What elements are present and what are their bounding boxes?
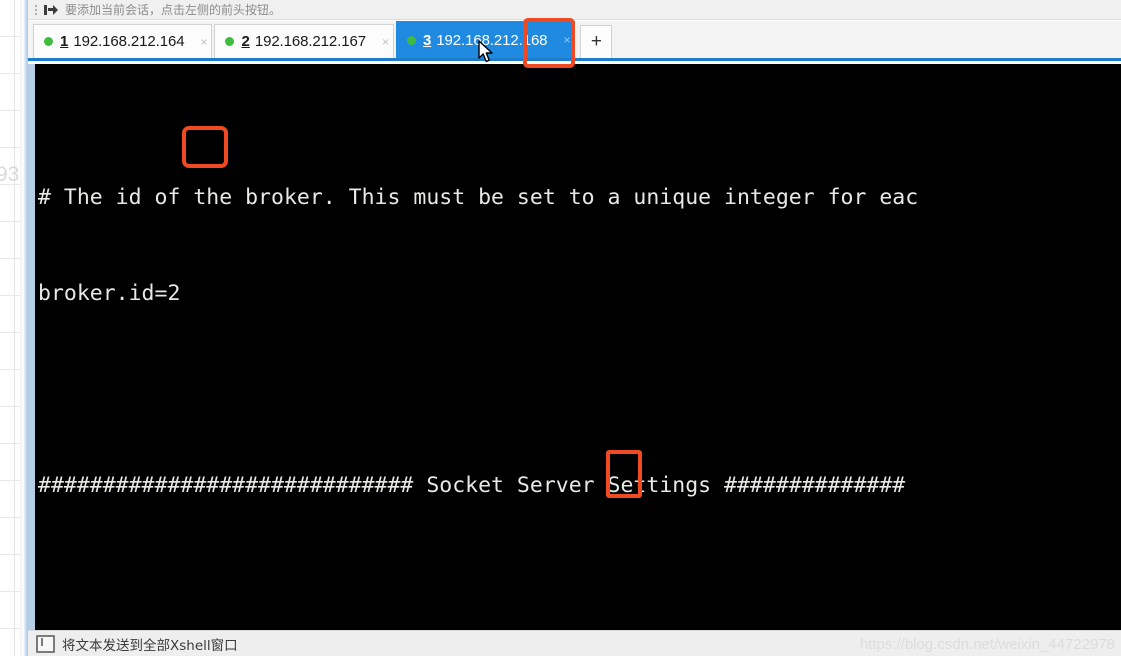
session-tab-1[interactable]: 1 192.168.212.164 × [33, 24, 213, 58]
toolbar-hint-text: 要添加当前会话，点击左侧的前头按钮。 [65, 3, 282, 17]
session-tab-3-title: 192.168.212.168 [436, 31, 548, 49]
session-tab-3-index: 3 [422, 31, 432, 49]
add-tab-button[interactable]: + [580, 25, 613, 58]
close-icon[interactable]: × [547, 33, 570, 47]
session-tab-2-title: 192.168.212.167 [254, 33, 366, 50]
session-toolbar: 要添加当前会话，点击左侧的前头按钮。 [28, 0, 1121, 20]
background-ruled-lines [0, 0, 22, 656]
terminal-text: # The id of the broker. This must be set… [35, 64, 1121, 630]
close-icon[interactable]: × [184, 35, 207, 49]
drag-grip-icon[interactable] [31, 3, 41, 17]
session-tab-3[interactable]: 3 192.168.212.168 × [395, 21, 576, 58]
terminal-view[interactable]: # The id of the broker. This must be set… [28, 64, 1121, 630]
status-bar: 将文本发送到全部Xshell窗口 https://blog.csdn.net/w… [28, 630, 1121, 656]
close-icon[interactable]: × [366, 35, 389, 49]
window-left-edge [20, 0, 28, 656]
connection-status-dot [406, 35, 416, 45]
terminal-line: broker.id=2 [38, 281, 181, 306]
send-to-all-windows-icon[interactable] [36, 634, 55, 653]
connection-status-dot [44, 37, 53, 46]
session-tab-2[interactable]: 2 192.168.212.167 × [214, 24, 394, 58]
background-vertical-rule [14, 0, 15, 656]
session-tab-bar: 1 192.168.212.164 × 2 192.168.212.167 × … [28, 21, 1121, 61]
connection-status-dot [225, 37, 235, 46]
session-tab-1-index: 1 [60, 33, 69, 50]
blog-watermark: https://blog.csdn.net/weixin_44722978 [859, 636, 1115, 653]
terminal-line: # The id of the broker. This must be set… [38, 185, 919, 210]
session-tab-2-index: 2 [241, 33, 250, 50]
status-bar-text: 将文本发送到全部Xshell窗口 [62, 637, 238, 654]
xshell-window: 要添加当前会话，点击左侧的前头按钮。 1 192.168.212.164 × 2… [20, 0, 1121, 656]
add-session-arrow-icon[interactable] [43, 3, 59, 17]
session-tab-1-title: 192.168.212.164 [73, 33, 185, 50]
terminal-line: ############################# Socket Ser… [38, 473, 906, 498]
